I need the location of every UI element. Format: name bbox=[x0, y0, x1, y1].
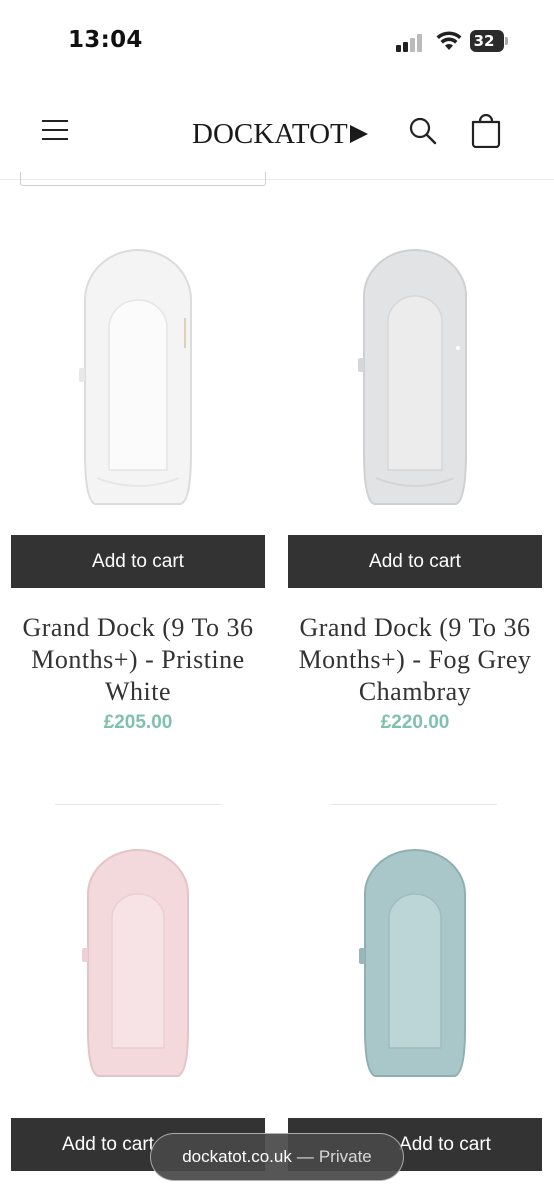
url-domain: dockatot.co.uk bbox=[182, 1147, 292, 1166]
cart-icon[interactable] bbox=[470, 114, 502, 148]
product-title[interactable]: Grand Dock (9 To 36 Months+) - Pristine … bbox=[5, 612, 271, 708]
product-image[interactable] bbox=[11, 820, 265, 1105]
url-bar[interactable]: dockatot.co.uk — Private bbox=[150, 1133, 404, 1181]
product-price: £205.00 bbox=[103, 712, 173, 733]
product-image[interactable] bbox=[11, 228, 265, 528]
card-divider bbox=[331, 804, 497, 805]
url-private-mode: Private bbox=[318, 1147, 372, 1166]
signal-icon bbox=[396, 32, 426, 52]
status-bar: 13:04 32 bbox=[0, 0, 554, 84]
product-card[interactable]: Add to cart Grand Dock (9 To 36 Months+)… bbox=[288, 228, 542, 748]
product-card[interactable]: Add to cart Grand Dock (9 To 36 Months+)… bbox=[11, 228, 265, 748]
status-time: 13:04 bbox=[68, 27, 143, 53]
card-divider bbox=[55, 804, 221, 805]
product-title[interactable]: Grand Dock (9 To 36 Months+) - Fog Grey … bbox=[282, 612, 548, 708]
add-to-cart-button[interactable]: Add to cart bbox=[288, 535, 542, 588]
url-separator: — bbox=[296, 1147, 314, 1166]
product-image[interactable] bbox=[288, 820, 542, 1105]
battery-level: 32 bbox=[473, 32, 495, 50]
logo-triangle-icon bbox=[349, 125, 368, 143]
filter-dropdown-edge bbox=[20, 172, 266, 186]
wifi-icon bbox=[436, 31, 462, 50]
search-icon[interactable] bbox=[408, 116, 438, 146]
product-image[interactable] bbox=[288, 228, 542, 528]
logo-text: DOCKATOT bbox=[192, 117, 348, 150]
battery-icon: 32 bbox=[470, 30, 508, 52]
site-header: DOCKATOT bbox=[0, 84, 554, 180]
hamburger-menu-icon[interactable] bbox=[40, 117, 70, 143]
product-price: £220.00 bbox=[380, 712, 450, 733]
logo[interactable]: DOCKATOT bbox=[192, 114, 368, 154]
add-to-cart-button[interactable]: Add to cart bbox=[11, 535, 265, 588]
